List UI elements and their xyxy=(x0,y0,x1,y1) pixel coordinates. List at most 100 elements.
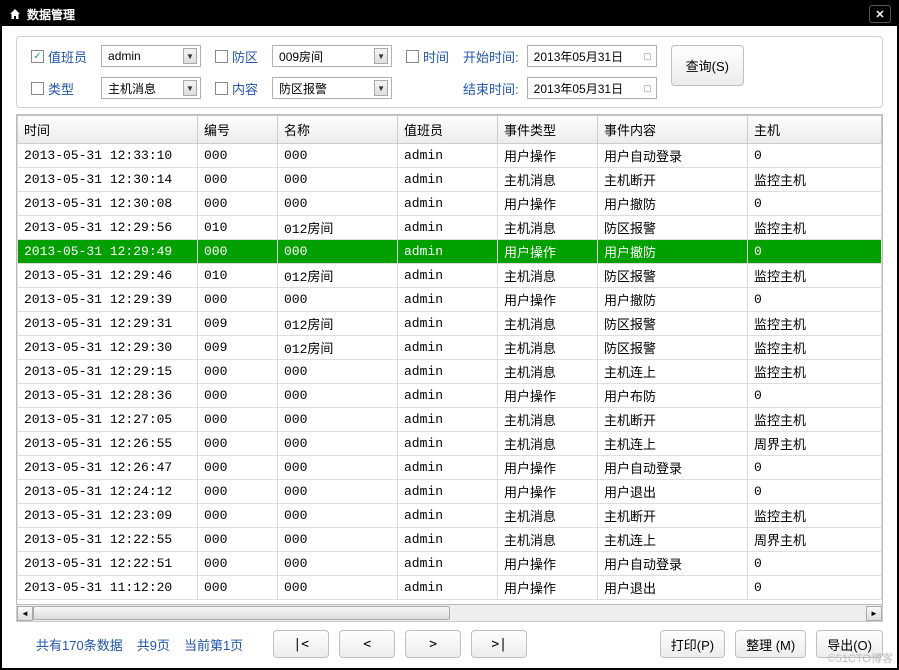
scroll-left-icon[interactable]: ◄ xyxy=(17,606,33,621)
table-cell: admin xyxy=(398,192,498,216)
query-button[interactable]: 查询(S) xyxy=(671,45,744,86)
operator-checkbox[interactable] xyxy=(31,50,44,63)
table-cell: 2013-05-31 12:22:55 xyxy=(18,528,198,552)
table-row[interactable]: 2013-05-31 12:29:31009012房间admin主机消息防区报警… xyxy=(18,312,882,336)
table-row[interactable]: 2013-05-31 12:29:46010012房间admin主机消息防区报警… xyxy=(18,264,882,288)
calendar-icon: ▢ xyxy=(643,83,652,94)
column-header[interactable]: 时间 xyxy=(18,116,198,144)
table-row[interactable]: 2013-05-31 11:12:20000000admin用户操作用户退出0 xyxy=(18,576,882,600)
table-row[interactable]: 2013-05-31 12:22:55000000admin主机消息主机连上周界… xyxy=(18,528,882,552)
last-page-button[interactable]: >| xyxy=(471,630,527,658)
table-row[interactable]: 2013-05-31 12:29:15000000admin主机消息主机连上监控… xyxy=(18,360,882,384)
zone-checkbox[interactable] xyxy=(215,50,228,63)
table-cell: admin xyxy=(398,312,498,336)
table-row[interactable]: 2013-05-31 12:26:47000000admin用户操作用户自动登录… xyxy=(18,456,882,480)
start-date-input[interactable]: 2013年05月31日 ▢ xyxy=(527,45,657,67)
table-cell: 主机连上 xyxy=(598,528,748,552)
table-cell: admin xyxy=(398,480,498,504)
content-combo[interactable]: 防区报警 ▼ xyxy=(272,77,392,99)
table-row[interactable]: 2013-05-31 12:30:14000000admin主机消息主机断开监控… xyxy=(18,168,882,192)
table-cell: admin xyxy=(398,456,498,480)
table-cell: 监控主机 xyxy=(748,408,882,432)
filter-panel: 值班员 admin ▼ 类型 主机消息 ▼ 防区 009房间 ▼ xyxy=(16,36,883,108)
horizontal-scrollbar[interactable]: ◄ ► xyxy=(16,605,883,622)
data-grid: 时间编号名称值班员事件类型事件内容主机 2013-05-31 12:33:100… xyxy=(16,114,883,605)
end-date-input[interactable]: 2013年05月31日 ▢ xyxy=(527,77,657,99)
table-cell: 防区报警 xyxy=(598,264,748,288)
table-cell: 用户操作 xyxy=(498,288,598,312)
table-cell: 2013-05-31 12:26:47 xyxy=(18,456,198,480)
table-cell: admin xyxy=(398,576,498,600)
close-button[interactable]: ✕ xyxy=(869,5,891,23)
next-page-button[interactable]: > xyxy=(405,630,461,658)
table-cell: 000 xyxy=(198,168,278,192)
prev-page-button[interactable]: < xyxy=(339,630,395,658)
watermark: ©51CTO博客 xyxy=(828,650,893,666)
type-checkbox[interactable] xyxy=(31,82,44,95)
column-header[interactable]: 事件类型 xyxy=(498,116,598,144)
table-cell: 用户撤防 xyxy=(598,192,748,216)
table-cell: 000 xyxy=(198,240,278,264)
column-header[interactable]: 值班员 xyxy=(398,116,498,144)
table-cell: 0 xyxy=(748,192,882,216)
home-icon xyxy=(8,7,22,21)
table-row[interactable]: 2013-05-31 12:23:09000000admin主机消息主机断开监控… xyxy=(18,504,882,528)
table-row[interactable]: 2013-05-31 12:30:08000000admin用户操作用户撤防0 xyxy=(18,192,882,216)
column-header[interactable]: 名称 xyxy=(278,116,398,144)
table-cell: 000 xyxy=(278,504,398,528)
table-cell: admin xyxy=(398,384,498,408)
table-cell: 000 xyxy=(198,432,278,456)
table-cell: 监控主机 xyxy=(748,312,882,336)
table-row[interactable]: 2013-05-31 12:29:56010012房间admin主机消息防区报警… xyxy=(18,216,882,240)
column-header[interactable]: 主机 xyxy=(748,116,882,144)
zone-combo[interactable]: 009房间 ▼ xyxy=(272,45,392,67)
window-title: 数据管理 xyxy=(27,6,75,23)
table-row[interactable]: 2013-05-31 12:29:30009012房间admin主机消息防区报警… xyxy=(18,336,882,360)
type-combo[interactable]: 主机消息 ▼ xyxy=(101,77,201,99)
table-cell: 000 xyxy=(278,528,398,552)
table-cell: admin xyxy=(398,504,498,528)
table-cell: 主机消息 xyxy=(498,168,598,192)
first-page-button[interactable]: |< xyxy=(273,630,329,658)
table-cell: 2013-05-31 12:29:49 xyxy=(18,240,198,264)
table-row[interactable]: 2013-05-31 12:26:55000000admin主机消息主机连上周界… xyxy=(18,432,882,456)
table-cell: 主机消息 xyxy=(498,504,598,528)
chevron-down-icon: ▼ xyxy=(374,48,388,64)
operator-combo[interactable]: admin ▼ xyxy=(101,45,201,67)
table-cell: 用户操作 xyxy=(498,456,598,480)
content-checkbox[interactable] xyxy=(215,82,228,95)
table-row[interactable]: 2013-05-31 12:24:12000000admin用户操作用户退出0 xyxy=(18,480,882,504)
table-row[interactable]: 2013-05-31 12:29:39000000admin用户操作用户撤防0 xyxy=(18,288,882,312)
print-button[interactable]: 打印(P) xyxy=(660,630,725,658)
table-cell: 用户自动登录 xyxy=(598,552,748,576)
table-row[interactable]: 2013-05-31 12:27:05000000admin主机消息主机断开监控… xyxy=(18,408,882,432)
table-row[interactable]: 2013-05-31 12:33:10000000admin用户操作用户自动登录… xyxy=(18,144,882,168)
table-cell: 2013-05-31 12:30:08 xyxy=(18,192,198,216)
column-header[interactable]: 编号 xyxy=(198,116,278,144)
table-cell: 防区报警 xyxy=(598,336,748,360)
table-cell: 监控主机 xyxy=(748,360,882,384)
table-cell: 用户操作 xyxy=(498,240,598,264)
total-records: 共有170条数据 xyxy=(36,635,123,654)
zone-value: 009房间 xyxy=(279,48,323,65)
table-cell: admin xyxy=(398,360,498,384)
table-cell: 2013-05-31 12:24:12 xyxy=(18,480,198,504)
type-value: 主机消息 xyxy=(108,80,156,97)
current-page: 当前第1页 xyxy=(184,635,243,654)
table-cell: 主机断开 xyxy=(598,168,748,192)
table-cell: 监控主机 xyxy=(748,216,882,240)
table-cell: 009 xyxy=(198,312,278,336)
table-cell: 2013-05-31 12:29:39 xyxy=(18,288,198,312)
scroll-right-icon[interactable]: ► xyxy=(866,606,882,621)
table-row[interactable]: 2013-05-31 12:28:36000000admin用户操作用户布防0 xyxy=(18,384,882,408)
scrollbar-thumb[interactable] xyxy=(33,606,450,620)
table-cell: 0 xyxy=(748,384,882,408)
table-cell: 2013-05-31 12:29:15 xyxy=(18,360,198,384)
operator-label: 值班员 xyxy=(48,47,87,66)
arrange-button[interactable]: 整理 (M) xyxy=(735,630,806,658)
table-row[interactable]: 2013-05-31 12:29:49000000admin用户操作用户撤防0 xyxy=(18,240,882,264)
table-cell: 000 xyxy=(278,240,398,264)
time-checkbox[interactable] xyxy=(406,50,419,63)
table-row[interactable]: 2013-05-31 12:22:51000000admin用户操作用户自动登录… xyxy=(18,552,882,576)
column-header[interactable]: 事件内容 xyxy=(598,116,748,144)
